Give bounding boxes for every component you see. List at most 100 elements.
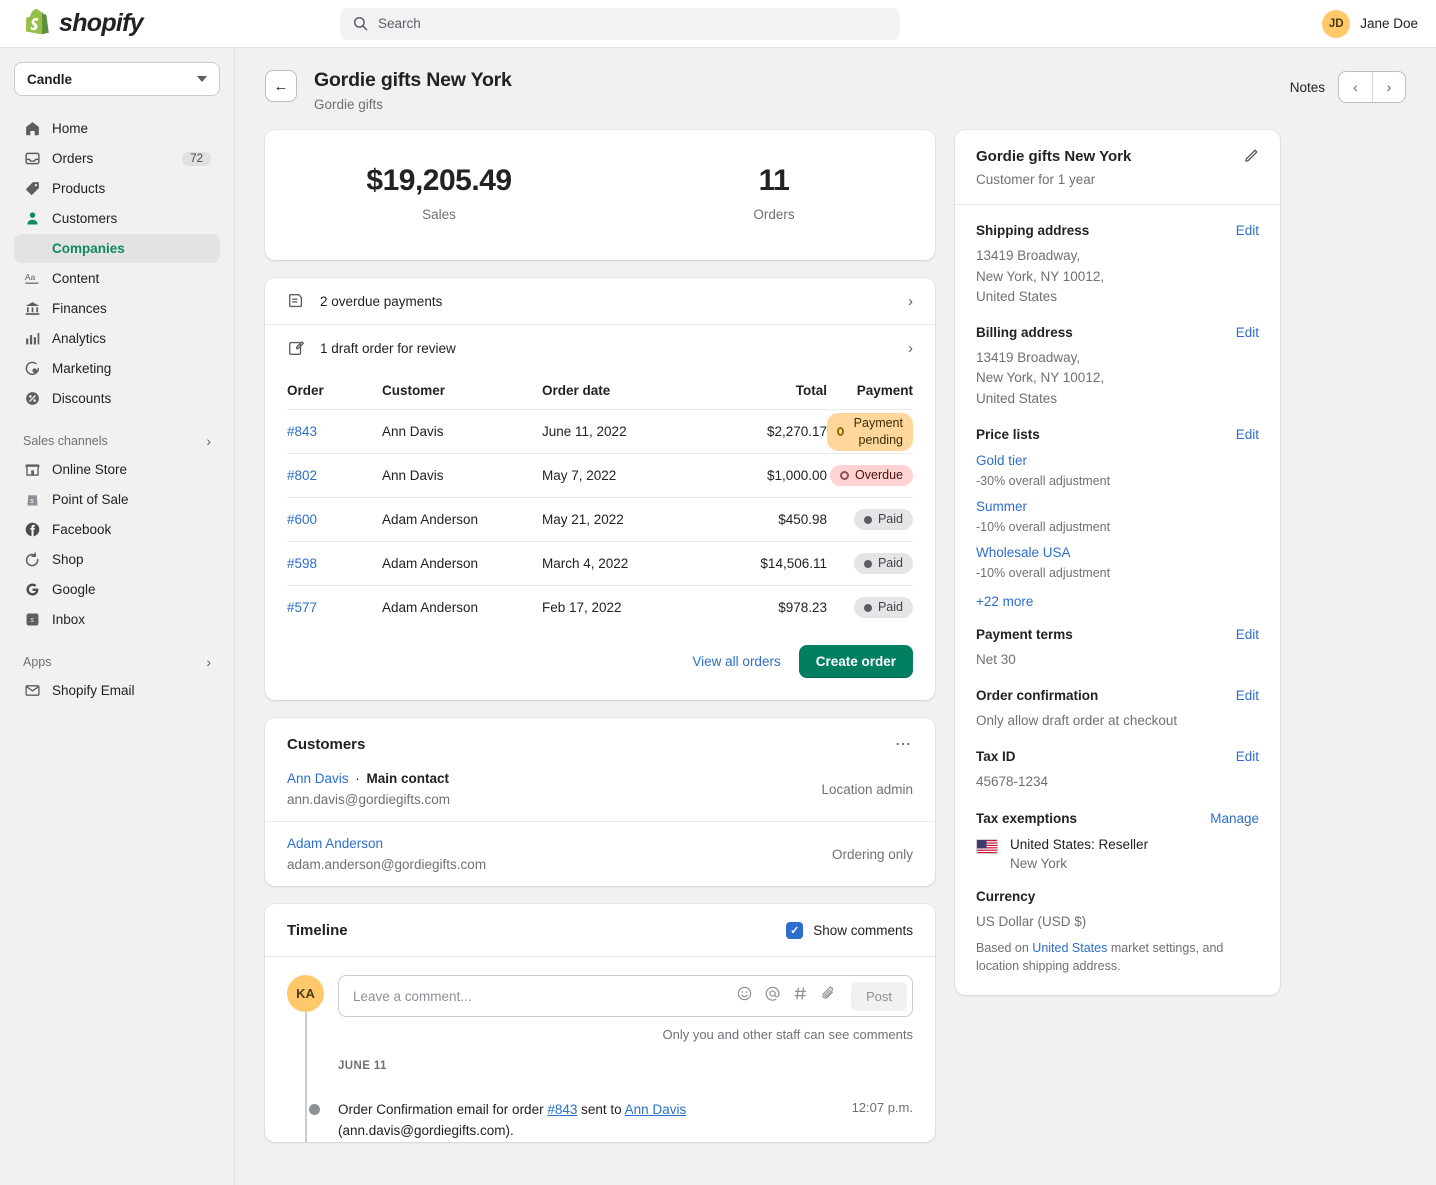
page-title: Gordie gifts New York bbox=[314, 68, 512, 92]
edit-price-lists-link[interactable]: Edit bbox=[1236, 427, 1259, 442]
next-record-button[interactable]: › bbox=[1372, 72, 1405, 102]
google-icon bbox=[23, 580, 42, 599]
shopify-logo[interactable]: shopify bbox=[0, 9, 340, 39]
list-item[interactable]: Adam Anderson adam.anderson@gordiegifts.… bbox=[265, 821, 935, 886]
attachment-icon[interactable] bbox=[815, 985, 843, 1007]
edit-payment-terms-link[interactable]: Edit bbox=[1236, 627, 1259, 642]
timeline-date-group: JUNE 11 bbox=[338, 1060, 913, 1072]
alert-overdue-payments[interactable]: 2 overdue payments › bbox=[265, 278, 935, 324]
price-list-link[interactable]: Wholesale USA bbox=[976, 545, 1071, 560]
sidebar-item-google[interactable]: Google bbox=[14, 575, 220, 604]
price-list-link[interactable]: Gold tier bbox=[976, 453, 1027, 468]
sidebar-item-label: Google bbox=[52, 582, 211, 597]
sidebar-item-label: Online Store bbox=[52, 462, 211, 477]
table-row[interactable]: #577 Adam Anderson Feb 17, 2022 $978.23 … bbox=[287, 585, 913, 629]
timeline-event-time: 12:07 p.m. bbox=[852, 1100, 913, 1115]
edit-shipping-address-link[interactable]: Edit bbox=[1236, 223, 1259, 238]
tax-exemption-region: New York bbox=[1010, 856, 1148, 871]
sidebar-item-companies[interactable]: Companies bbox=[14, 234, 220, 263]
sidebar-item-customers[interactable]: Customers bbox=[14, 204, 220, 233]
customer-link[interactable]: Ann Davis bbox=[625, 1102, 687, 1117]
mention-icon[interactable] bbox=[759, 985, 787, 1007]
billing-address-label: Billing address bbox=[976, 325, 1073, 340]
page-title-group: Gordie gifts New York Gordie gifts bbox=[314, 68, 512, 112]
sidebar-item-shopify-email[interactable]: Shopify Email bbox=[14, 676, 220, 705]
sidebar-item-products[interactable]: Products bbox=[14, 174, 220, 203]
view-all-orders-link[interactable]: View all orders bbox=[692, 654, 780, 669]
edit-order-confirmation-link[interactable]: Edit bbox=[1236, 688, 1259, 703]
sidebar-item-inbox[interactable]: s Inbox bbox=[14, 605, 220, 634]
back-button[interactable]: ← bbox=[265, 70, 297, 102]
price-lists-more-link[interactable]: +22 more bbox=[976, 594, 1259, 609]
emoji-icon[interactable] bbox=[731, 985, 759, 1007]
price-list-link[interactable]: Summer bbox=[976, 499, 1027, 514]
show-comments-toggle[interactable]: ✓ Show comments bbox=[786, 922, 913, 939]
customer-link[interactable]: Adam Anderson bbox=[287, 836, 383, 851]
sidebar-item-orders[interactable]: Orders 72 bbox=[14, 144, 220, 173]
manage-tax-exemptions-link[interactable]: Manage bbox=[1210, 811, 1259, 826]
currency-label: Currency bbox=[976, 889, 1035, 904]
stat-sales: $19,205.49 Sales bbox=[265, 164, 613, 222]
address-line: 13419 Broadway, bbox=[976, 350, 1080, 365]
column-header-order: Order bbox=[287, 383, 382, 398]
chevron-right-icon: › bbox=[206, 434, 211, 448]
header-actions: Notes ‹ › bbox=[1290, 71, 1406, 103]
sidebar-item-online-store[interactable]: Online Store bbox=[14, 455, 220, 484]
cell-customer: Adam Anderson bbox=[382, 556, 542, 571]
comment-input[interactable]: Leave a comment... bbox=[338, 975, 913, 1017]
sidebar-item-finances[interactable]: Finances bbox=[14, 294, 220, 323]
cell-total: $2,270.17 bbox=[717, 424, 827, 439]
order-link[interactable]: #843 bbox=[547, 1102, 577, 1117]
sidebar-item-shop[interactable]: Shop bbox=[14, 545, 220, 574]
table-row[interactable]: #598 Adam Anderson March 4, 2022 $14,506… bbox=[287, 541, 913, 585]
timeline-body: KA Leave a comment... bbox=[265, 957, 935, 1142]
sidebar-item-home[interactable]: Home bbox=[14, 114, 220, 143]
order-confirmation-value: Only allow draft order at checkout bbox=[976, 711, 1259, 731]
edit-tax-id-link[interactable]: Edit bbox=[1236, 749, 1259, 764]
sidebar-item-discounts[interactable]: Discounts bbox=[14, 384, 220, 413]
sidebar-item-marketing[interactable]: Marketing bbox=[14, 354, 220, 383]
order-link[interactable]: #577 bbox=[287, 600, 317, 615]
cell-order-date: June 11, 2022 bbox=[542, 424, 717, 439]
order-link[interactable]: #600 bbox=[287, 512, 317, 527]
pencil-icon[interactable] bbox=[1242, 148, 1259, 170]
apps-section[interactable]: Apps › bbox=[14, 648, 220, 676]
sidebar-item-label: Home bbox=[52, 121, 211, 136]
order-confirmation-label: Order confirmation bbox=[976, 688, 1098, 703]
table-row[interactable]: #600 Adam Anderson May 21, 2022 $450.98 … bbox=[287, 497, 913, 541]
notes-button[interactable]: Notes bbox=[1290, 80, 1325, 95]
table-row[interactable]: #843 Ann Davis June 11, 2022 $2,270.17 P… bbox=[287, 409, 913, 453]
market-settings-link[interactable]: United States bbox=[1032, 941, 1107, 955]
draft-order-icon bbox=[287, 339, 306, 357]
alert-draft-order[interactable]: 1 draft order for review › bbox=[265, 324, 935, 371]
shipping-address-section: Shipping address Edit 13419 Broadway, Ne… bbox=[955, 205, 1280, 307]
more-options-icon[interactable]: ⋯ bbox=[895, 740, 913, 750]
sales-value: $19,205.49 bbox=[265, 164, 613, 198]
currency-section: Currency US Dollar (USD $) Based on Unit… bbox=[955, 871, 1280, 996]
hashtag-icon[interactable] bbox=[787, 985, 815, 1007]
sidebar-item-analytics[interactable]: Analytics bbox=[14, 324, 220, 353]
sidebar-item-point-of-sale[interactable]: s Point of Sale bbox=[14, 485, 220, 514]
customer-tag: Main contact bbox=[367, 771, 450, 786]
order-link[interactable]: #843 bbox=[287, 424, 317, 439]
status-label: Paid bbox=[878, 555, 903, 572]
customer-link[interactable]: Ann Davis bbox=[287, 771, 349, 786]
sidebar-item-label: Discounts bbox=[52, 391, 211, 406]
currency-value: US Dollar (USD $) bbox=[976, 912, 1259, 932]
prev-record-button[interactable]: ‹ bbox=[1339, 72, 1372, 102]
order-link[interactable]: #598 bbox=[287, 556, 317, 571]
search-input[interactable]: Search bbox=[340, 8, 900, 40]
create-order-button[interactable]: Create order bbox=[799, 645, 913, 678]
sales-channels-section[interactable]: Sales channels › bbox=[14, 427, 220, 455]
post-comment-button[interactable]: Post bbox=[851, 982, 907, 1011]
cell-order-date: March 4, 2022 bbox=[542, 556, 717, 571]
list-item[interactable]: Ann Davis · Main contact ann.davis@gordi… bbox=[265, 757, 935, 821]
user-menu[interactable]: JD Jane Doe bbox=[1322, 10, 1418, 38]
order-link[interactable]: #802 bbox=[287, 468, 317, 483]
edit-billing-address-link[interactable]: Edit bbox=[1236, 325, 1259, 340]
store-selector[interactable]: Candle bbox=[14, 62, 220, 96]
event-suffix: (ann.davis@gordiegifts.com). bbox=[338, 1123, 514, 1138]
table-row[interactable]: #802 Ann Davis May 7, 2022 $1,000.00 Ove… bbox=[287, 453, 913, 497]
sidebar-item-content[interactable]: Aa Content bbox=[14, 264, 220, 293]
sidebar-item-facebook[interactable]: Facebook bbox=[14, 515, 220, 544]
